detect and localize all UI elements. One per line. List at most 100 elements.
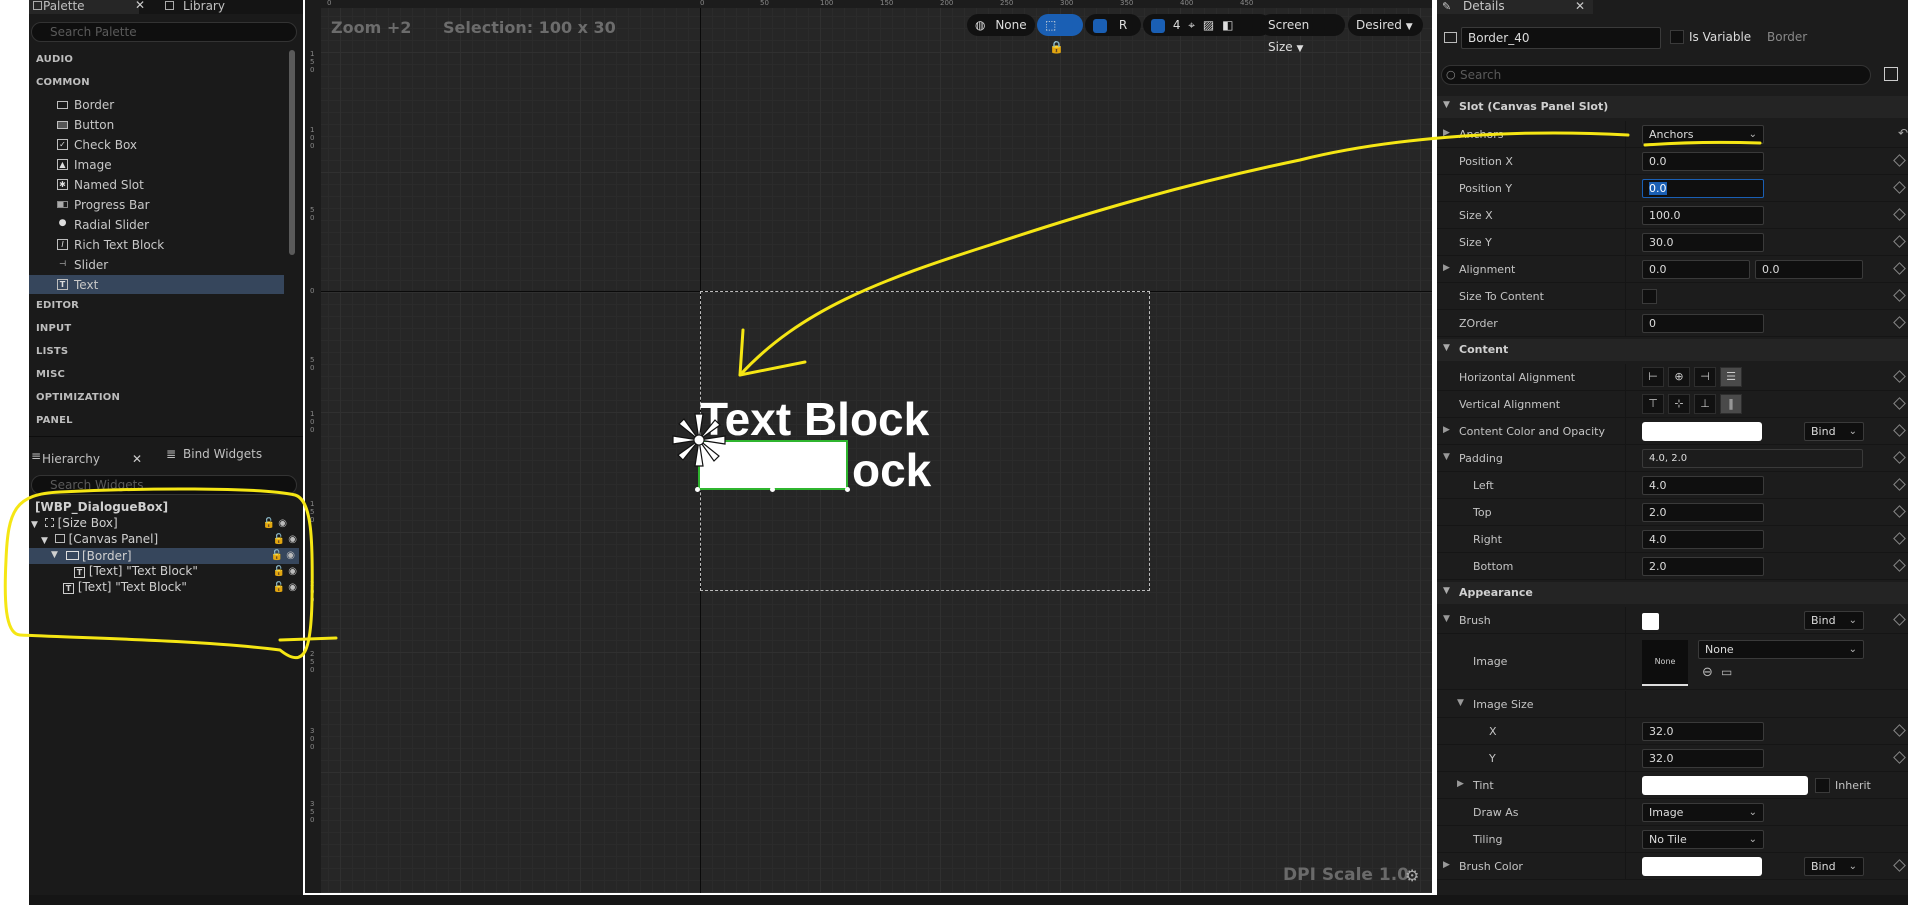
brush-color-bind-button[interactable]: Bind ⌄ xyxy=(1804,857,1864,876)
hierarchy-row-size-box[interactable]: ▼ [Size Box] 🔓 ◉ xyxy=(31,516,291,532)
image-size-y-field[interactable]: 32.0 xyxy=(1642,749,1764,768)
keyframe-diamond-icon[interactable] xyxy=(1893,154,1906,167)
section-appearance[interactable]: ▼ Appearance xyxy=(1437,582,1908,604)
hierarchy-row-text-2[interactable]: T [Text] "Text Block" 🔓 ◉ xyxy=(63,580,297,596)
palette-item-checkbox[interactable]: ✓ Check Box xyxy=(29,135,284,154)
use-selected-asset-icon[interactable]: ⊖ xyxy=(1702,665,1713,680)
content-color-swatch[interactable] xyxy=(1642,422,1762,441)
details-search-input[interactable]: Search xyxy=(1441,65,1871,85)
keyframe-diamond-icon[interactable] xyxy=(1893,370,1906,383)
category-audio[interactable]: AUDIO xyxy=(36,54,73,65)
hierarchy-root[interactable]: [WBP_DialogueBox] xyxy=(35,500,290,516)
palette-search-input[interactable]: Search Palette xyxy=(31,22,297,42)
category-panel[interactable]: PANEL xyxy=(36,415,73,426)
palette-item-text[interactable]: T Text xyxy=(29,275,284,294)
keyframe-diamond-icon[interactable] xyxy=(1893,208,1906,221)
palette-item-progress-bar[interactable]: Progress Bar xyxy=(29,195,284,214)
tab-details[interactable]: ✎ Details ✕ xyxy=(1437,0,1593,14)
keyframe-diamond-icon[interactable] xyxy=(1893,262,1906,275)
anchors-dropdown[interactable]: Anchors ⌄ xyxy=(1642,125,1764,144)
expand-arrow-icon[interactable]: ▶ xyxy=(1443,263,1450,273)
expand-arrow-icon[interactable]: ▶ xyxy=(1457,779,1464,789)
designer-canvas[interactable]: Text Block ock Zoom +2 Selection: 100 x … xyxy=(305,0,1432,893)
palette-item-radial-slider[interactable]: ● Radial Slider xyxy=(29,215,284,234)
keyframe-diamond-icon[interactable] xyxy=(1893,751,1906,764)
keyframe-diamond-icon[interactable] xyxy=(1893,859,1906,872)
zorder-field[interactable]: 0 xyxy=(1642,314,1764,333)
keyframe-diamond-icon[interactable] xyxy=(1893,505,1906,518)
resize-handle[interactable] xyxy=(695,487,700,492)
padding-right-field[interactable]: 4.0 xyxy=(1642,530,1764,549)
resize-handle[interactable] xyxy=(845,487,850,492)
content-color-bind-button[interactable]: Bind ⌄ xyxy=(1804,422,1864,441)
anchor-icon[interactable] xyxy=(667,408,731,472)
h-align-center-button[interactable]: ⊕ xyxy=(1668,367,1690,387)
keyframe-diamond-icon[interactable] xyxy=(1893,181,1906,194)
browse-asset-icon[interactable]: ▭ xyxy=(1721,665,1732,679)
close-icon[interactable]: ✕ xyxy=(135,0,145,11)
screen-size-dropdown[interactable]: Screen Size ▼ xyxy=(1260,14,1345,54)
hierarchy-search-input[interactable]: Search Widgets xyxy=(31,475,297,495)
keyframe-diamond-icon[interactable] xyxy=(1893,289,1906,302)
image-thumbnail[interactable]: None xyxy=(1642,640,1688,686)
hierarchy-row-text-1[interactable]: T [Text] "Text Block" 🔓 ◉ xyxy=(74,564,297,580)
keyframe-diamond-icon[interactable] xyxy=(1893,724,1906,737)
keyframe-diamond-icon[interactable] xyxy=(1893,559,1906,572)
category-common[interactable]: COMMON xyxy=(36,77,90,88)
close-icon[interactable]: ✕ xyxy=(132,448,142,470)
close-icon[interactable]: ✕ xyxy=(1575,0,1585,13)
lock-eye-icons[interactable]: 🔓 ◉ xyxy=(271,550,295,561)
position-y-field[interactable]: 0.0 xyxy=(1642,179,1764,198)
size-y-field[interactable]: 30.0 xyxy=(1642,233,1764,252)
image-size-x-field[interactable]: 32.0 xyxy=(1642,722,1764,741)
v-align-bottom-button[interactable]: ⊥ xyxy=(1694,394,1716,414)
tab-library[interactable]: Library xyxy=(161,0,281,14)
v-align-fill-button[interactable]: ‖ xyxy=(1720,394,1742,414)
category-lists[interactable]: LISTS xyxy=(36,346,68,357)
hierarchy-row-canvas-panel[interactable]: ▼ [Canvas Panel] 🔓 ◉ xyxy=(41,532,297,548)
palette-item-slider[interactable]: ⊣ Slider xyxy=(29,255,284,274)
h-align-fill-button[interactable]: ☰ xyxy=(1720,367,1742,387)
tab-hierarchy[interactable]: ≡ Hierarchy ✕ xyxy=(29,444,149,466)
alignment-x-field[interactable]: 0.0 xyxy=(1642,260,1750,279)
section-slot[interactable]: ▼ Slot (Canvas Panel Slot) xyxy=(1437,96,1908,118)
lock-eye-icons[interactable]: 🔓 ◉ xyxy=(273,582,297,593)
reset-arrow-icon[interactable]: ↶ xyxy=(1898,126,1908,140)
h-align-right-button[interactable]: ⊣ xyxy=(1694,367,1716,387)
expand-arrow-icon[interactable]: ▶ xyxy=(1443,425,1450,435)
tab-bind-widgets[interactable]: ≣ Bind Widgets xyxy=(163,444,293,466)
grid-snap-button[interactable]: 4 ⌖ ▨ ◧ xyxy=(1143,14,1271,36)
padding-bottom-field[interactable]: 2.0 xyxy=(1642,557,1764,576)
keyframe-diamond-icon[interactable] xyxy=(1893,478,1906,491)
category-input[interactable]: INPUT xyxy=(36,323,71,334)
lock-eye-icons[interactable]: 🔓 ◉ xyxy=(263,518,287,529)
category-editor[interactable]: EDITOR xyxy=(36,300,79,311)
is-variable-checkbox[interactable] xyxy=(1670,30,1684,44)
category-optimization[interactable]: OPTIMIZATION xyxy=(36,392,120,403)
palette-scrollbar[interactable] xyxy=(289,50,295,255)
transform-mode-button[interactable]: R xyxy=(1085,14,1141,36)
collapse-arrow-icon[interactable]: ▼ xyxy=(1443,614,1450,624)
keyframe-diamond-icon[interactable] xyxy=(1893,397,1906,410)
keyframe-diamond-icon[interactable] xyxy=(1893,316,1906,329)
text-block-preview-2[interactable]: ock xyxy=(852,443,931,497)
keyframe-diamond-icon[interactable] xyxy=(1893,235,1906,248)
tab-palette[interactable]: Palette ✕ xyxy=(29,0,145,14)
v-align-center-button[interactable]: ⊹ xyxy=(1668,394,1690,414)
brush-image-dropdown[interactable]: None ⌄ xyxy=(1698,640,1864,659)
respect-locks-button[interactable]: ⬚ 🔒 xyxy=(1037,14,1083,54)
keyframe-diamond-icon[interactable] xyxy=(1893,451,1906,464)
property-matrix-icon[interactable] xyxy=(1884,67,1898,81)
padding-top-field[interactable]: 2.0 xyxy=(1642,503,1764,522)
position-x-field[interactable]: 0.0 xyxy=(1642,152,1764,171)
tiling-dropdown[interactable]: No Tile ⌄ xyxy=(1642,830,1764,849)
category-misc[interactable]: MISC xyxy=(36,369,65,380)
localization-button[interactable]: ◍ None xyxy=(967,14,1035,36)
section-content[interactable]: ▼ Content xyxy=(1437,339,1908,361)
collapse-arrow-icon[interactable]: ▼ xyxy=(1443,452,1450,462)
text-block-preview-1[interactable]: Text Block xyxy=(700,392,929,446)
resize-handle[interactable] xyxy=(770,487,775,492)
palette-item-image[interactable]: ▲ Image xyxy=(29,155,284,174)
inherit-checkbox[interactable] xyxy=(1815,778,1830,793)
brush-bind-button[interactable]: Bind ⌄ xyxy=(1804,611,1864,630)
